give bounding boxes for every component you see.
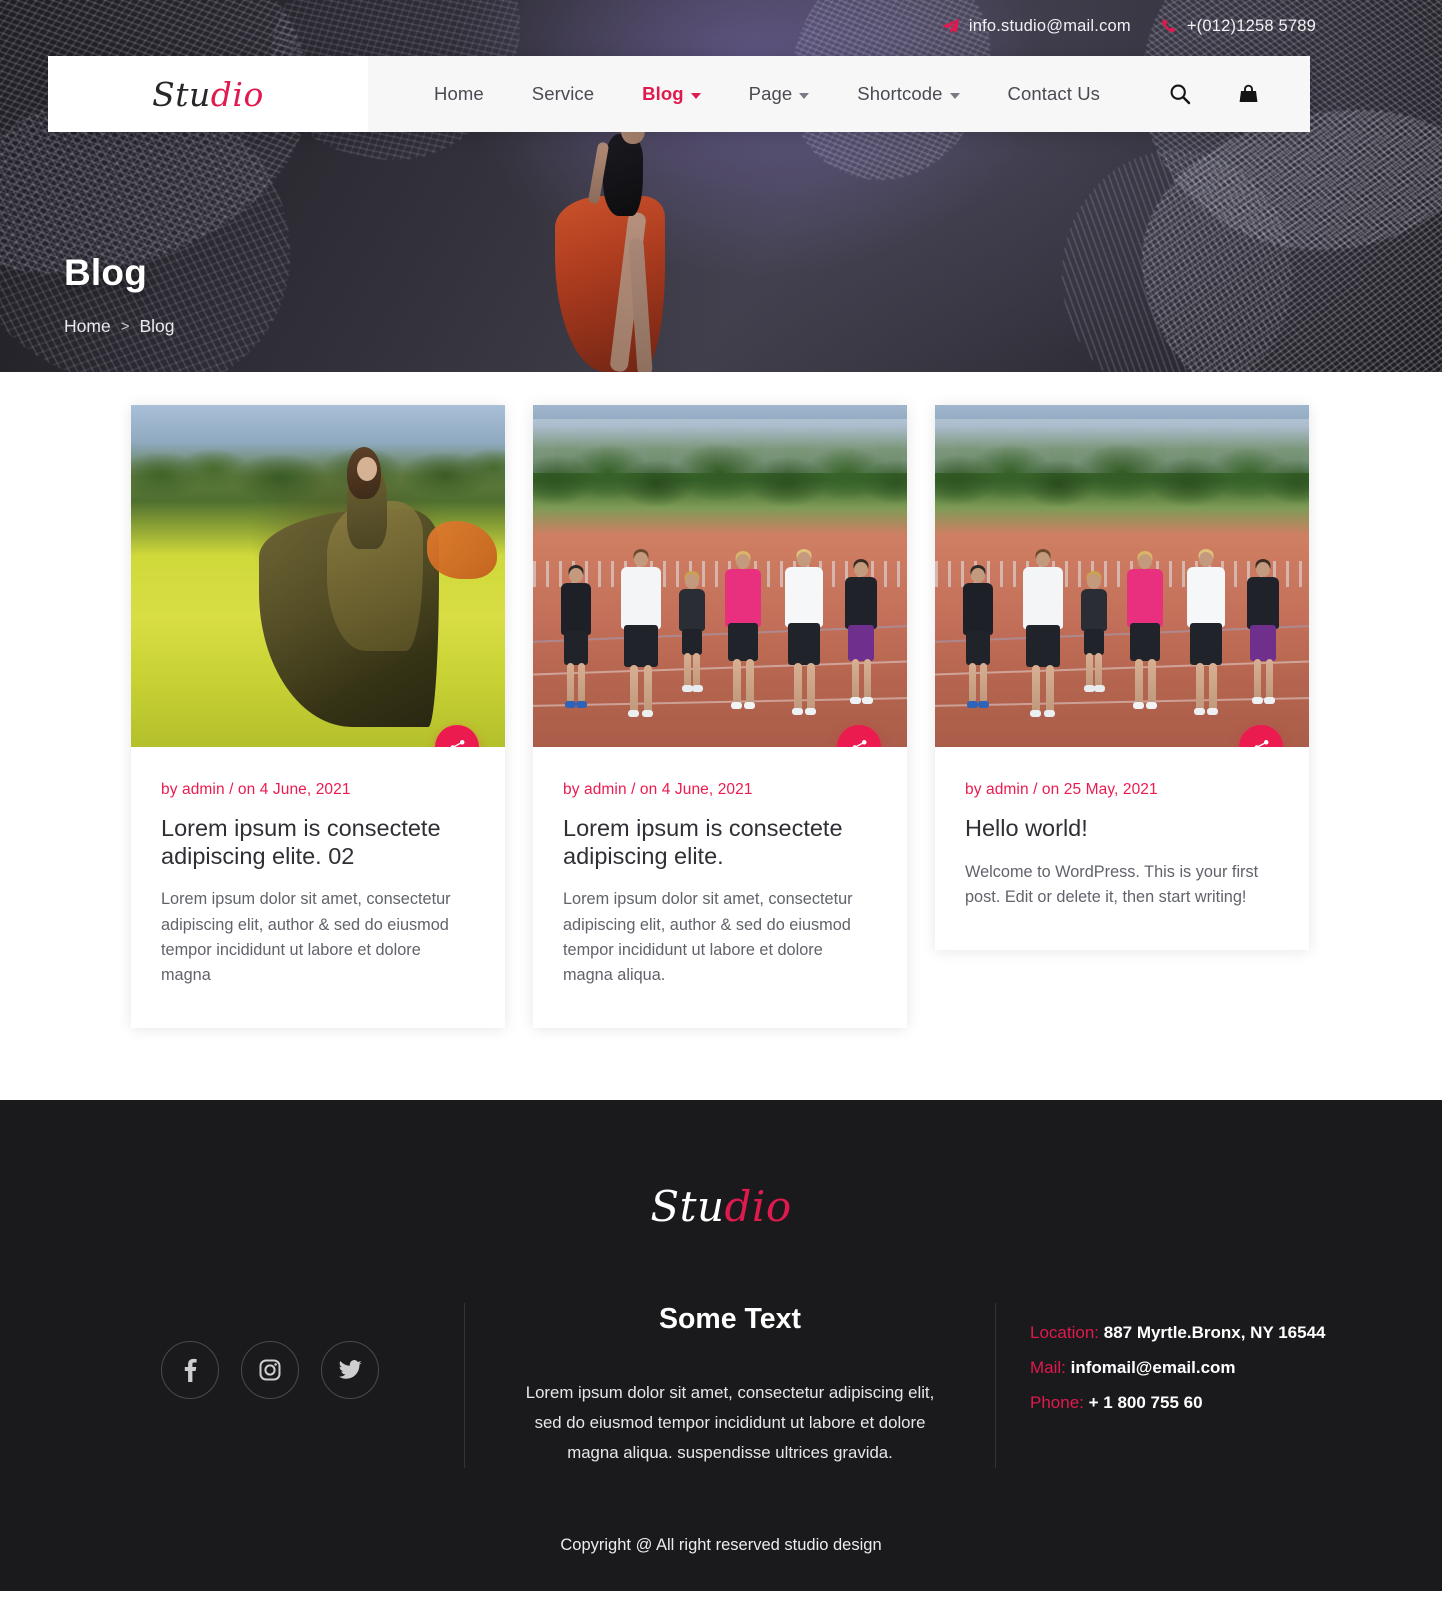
blog-card[interactable]: by admin / on 4 June, 2021 Lorem ipsum i… <box>131 405 505 1029</box>
post-excerpt: Welcome to WordPress. This is your first… <box>965 862 1259 906</box>
facebook-link[interactable] <box>161 1341 219 1400</box>
nav-label: Service <box>531 83 595 104</box>
logo[interactable]: Studio <box>48 56 368 132</box>
footer-columns: Some Text Lorem ipsum dolor sit amet, co… <box>76 1303 1366 1469</box>
logo-part-one: Stu <box>152 74 211 114</box>
search-icon[interactable] <box>1169 83 1191 105</box>
instagram-link[interactable] <box>241 1341 299 1400</box>
post-image-flower-field <box>131 405 505 747</box>
top-contact-bar: info.studio@mail.com +(012)1258 5789 <box>0 0 1442 52</box>
share-icon <box>852 739 866 747</box>
send-icon <box>941 18 960 35</box>
share-icon <box>1254 739 1268 747</box>
phone-icon <box>1161 18 1178 35</box>
post-image-running-track <box>533 405 907 747</box>
topbar-email-text: info.studio@mail.com <box>968 16 1131 35</box>
post-title[interactable]: Lorem ipsum is consectete adipiscing eli… <box>161 815 475 870</box>
footer-location: Location: 887 Myrtle.Bronx, NY 16544 <box>1030 1319 1366 1347</box>
breadcrumb-current: Blog <box>139 316 175 336</box>
logo-part-two: dio <box>210 74 264 114</box>
nav-item-blog[interactable]: Blog <box>618 56 725 132</box>
post-meta: by admin / on 25 May, 2021 <box>965 781 1158 798</box>
copyright-text: Copyright @ All right reserved studio de… <box>560 1536 882 1555</box>
hero-banner: info.studio@mail.com +(012)1258 5789 Stu… <box>0 0 1442 372</box>
footer-logo-part-one: Stu <box>650 1182 725 1232</box>
site-footer: Studio Some Text Lorem ipsum dolor sit a… <box>0 1100 1442 1592</box>
footer-mail-label: Mail: <box>1030 1357 1066 1377</box>
blog-card[interactable]: by admin / on 4 June, 2021 Lorem ipsum i… <box>533 405 907 1029</box>
post-excerpt: Lorem ipsum dolor sit amet, consectetur … <box>161 890 451 985</box>
social-links <box>76 1303 464 1400</box>
footer-mail: Mail: infomail@email.com <box>1030 1354 1366 1382</box>
footer-phone-value[interactable]: + 1 800 755 60 <box>1089 1393 1203 1412</box>
blog-list-section: by admin / on 4 June, 2021 Lorem ipsum i… <box>0 372 1442 1101</box>
footer-location-value: 887 Myrtle.Bronx, NY 16544 <box>1103 1323 1326 1343</box>
breadcrumb-separator: > <box>120 318 130 335</box>
instagram-icon <box>259 1359 281 1381</box>
nav-label: Home <box>434 83 484 104</box>
post-meta: by admin / on 4 June, 2021 <box>161 781 351 798</box>
footer-about-text: Lorem ipsum dolor sit amet, consectetur … <box>525 1383 935 1463</box>
nav-bar: Home Service Blog Page Shortcode Contact… <box>368 56 1310 132</box>
footer-about: Some Text Lorem ipsum dolor sit amet, co… <box>464 1303 996 1469</box>
hero-copy: Blog Home > Blog <box>64 252 174 337</box>
footer-location-label: Location: <box>1030 1323 1099 1343</box>
topbar-phone-text: +(012)1258 5789 <box>1186 16 1316 35</box>
nav-item-shortcode[interactable]: Shortcode <box>833 56 983 132</box>
topbar-phone[interactable]: +(012)1258 5789 <box>1161 17 1316 36</box>
post-excerpt: Lorem ipsum dolor sit amet, consectetur … <box>563 890 853 985</box>
blog-card-body: by admin / on 25 May, 2021 Hello world! … <box>935 747 1309 950</box>
chevron-down-icon <box>949 92 960 99</box>
nav-label: Blog <box>642 83 684 104</box>
page-title: Blog <box>64 252 148 293</box>
nav-label: Shortcode <box>857 83 943 104</box>
footer-phone: Phone: + 1 800 755 60 <box>1030 1389 1366 1417</box>
dancer-photo <box>497 116 717 372</box>
footer-logo[interactable]: Studio <box>0 1182 1442 1231</box>
chevron-down-icon <box>799 92 810 99</box>
breadcrumb-home[interactable]: Home <box>64 316 111 337</box>
breadcrumb: Home > Blog <box>64 316 174 337</box>
nav-item-page[interactable]: Page <box>725 56 834 132</box>
nav-item-contact-us[interactable]: Contact Us <box>984 56 1125 132</box>
blog-card[interactable]: by admin / on 25 May, 2021 Hello world! … <box>935 405 1309 951</box>
nav-label: Page <box>748 83 793 104</box>
share-icon <box>450 739 464 747</box>
shopping-bag-icon[interactable] <box>1237 83 1260 106</box>
blog-card-body: by admin / on 4 June, 2021 Lorem ipsum i… <box>533 747 907 1028</box>
footer-phone-label: Phone: <box>1030 1392 1084 1412</box>
facebook-icon <box>184 1359 197 1383</box>
blog-card-image[interactable] <box>533 405 907 747</box>
nav-menu: Home Service Blog Page Shortcode Contact… <box>410 56 1124 132</box>
nav-item-home[interactable]: Home <box>410 56 508 132</box>
post-image-running-track <box>935 405 1309 747</box>
footer-about-title: Some Text <box>658 1303 801 1336</box>
post-meta: by admin / on 4 June, 2021 <box>563 781 753 798</box>
nav-item-service[interactable]: Service <box>508 56 618 132</box>
nav-label: Contact Us <box>1007 83 1101 104</box>
post-title[interactable]: Lorem ipsum is consectete adipiscing eli… <box>563 815 877 870</box>
footer-contact: Location: 887 Myrtle.Bronx, NY 16544 Mai… <box>996 1303 1366 1423</box>
post-title[interactable]: Hello world! <box>965 815 1279 843</box>
footer-logo-part-two: dio <box>724 1182 792 1232</box>
blog-card-image[interactable] <box>131 405 505 747</box>
twitter-link[interactable] <box>321 1341 379 1400</box>
chevron-down-icon <box>690 92 701 99</box>
blog-card-body: by admin / on 4 June, 2021 Lorem ipsum i… <box>131 747 505 1028</box>
topbar-email[interactable]: info.studio@mail.com <box>941 17 1131 36</box>
footer-mail-value[interactable]: infomail@email.com <box>1071 1358 1236 1377</box>
main-navigation: Studio Home Service Blog Page Shortcode … <box>48 56 1310 132</box>
blog-card-image[interactable] <box>935 405 1309 747</box>
nav-actions <box>1169 83 1282 106</box>
twitter-icon <box>338 1360 362 1380</box>
blog-grid: by admin / on 4 June, 2021 Lorem ipsum i… <box>131 405 1311 1029</box>
